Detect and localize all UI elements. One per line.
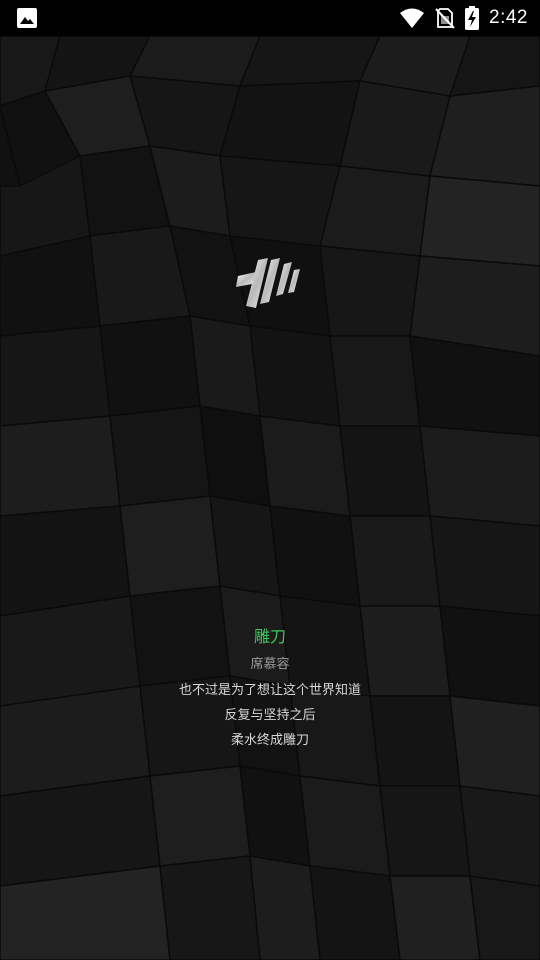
quote-author: 席慕容 — [250, 657, 290, 672]
wifi-icon — [400, 8, 425, 28]
quote-title: 雕刀 — [253, 627, 286, 646]
mosaic-background — [0, 36, 540, 960]
battery-charging-icon — [465, 6, 480, 30]
quote-line: 反复与坚持之后 — [224, 708, 316, 723]
splash-screen: 2:42 雕刀 席慕容 也不过是为了想让这个世界知道 反复与坚持之后 柔水终成雕… — [0, 0, 540, 960]
quote-line: 柔水终成雕刀 — [230, 733, 309, 748]
status-bar: 2:42 — [0, 0, 540, 36]
no-sim-icon — [435, 8, 455, 29]
quote-line: 也不过是为了想让这个世界知道 — [178, 683, 361, 698]
app-logo-icon — [236, 258, 300, 308]
status-time: 2:42 — [489, 7, 528, 28]
status-icons: 2:42 — [399, 0, 528, 36]
quote-block: 雕刀 席慕容 也不过是为了想让这个世界知道 反复与坚持之后 柔水终成雕刀 — [0, 622, 540, 753]
image-icon — [17, 8, 37, 28]
